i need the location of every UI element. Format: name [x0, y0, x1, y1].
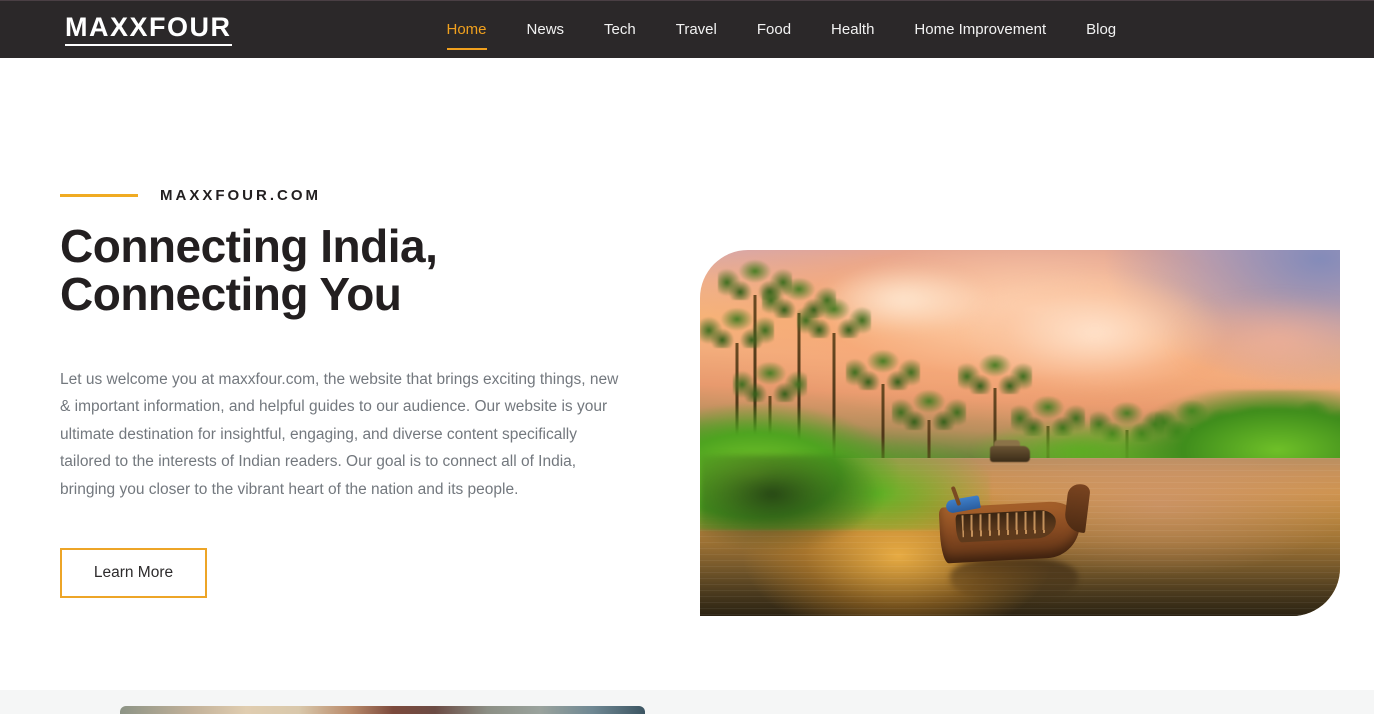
eyebrow-label: MAXXFOUR.COM — [160, 186, 321, 204]
hero-image-bank-left-shadow — [700, 455, 940, 585]
nav-item-news[interactable]: News — [507, 17, 585, 43]
hero-copy: MAXXFOUR.COM Connecting India, Connectin… — [0, 58, 700, 690]
site-logo[interactable]: MAXXFOUR — [65, 13, 232, 46]
page-title: Connecting India, Connecting You — [60, 222, 530, 319]
site-header: MAXXFOUR Home News Tech Travel Food Heal… — [0, 0, 1374, 58]
nav-item-blog[interactable]: Blog — [1066, 17, 1136, 43]
nav-item-home[interactable]: Home — [427, 17, 507, 50]
nav-item-home-improvement[interactable]: Home Improvement — [894, 17, 1066, 43]
hero-description: Let us welcome you at maxxfour.com, the … — [60, 370, 619, 498]
canoe-reflection — [950, 558, 1078, 602]
article-card-thumbnail[interactable] — [120, 706, 645, 714]
next-section-peek — [0, 690, 1374, 714]
hero-image — [700, 250, 1340, 616]
nav-item-food[interactable]: Food — [737, 17, 811, 43]
hero-section: MAXXFOUR.COM Connecting India, Connectin… — [0, 58, 1374, 690]
nav-item-tech[interactable]: Tech — [584, 17, 656, 43]
canoe-ribs — [961, 510, 1051, 538]
canoe-boat — [932, 478, 1092, 602]
hero-image-cloud-right — [1130, 280, 1340, 400]
eyebrow-rule-decoration — [60, 193, 138, 197]
nav-item-travel[interactable]: Travel — [656, 17, 737, 43]
hero-title-line-2: Connecting You — [60, 268, 402, 321]
houseboat-hull — [990, 446, 1030, 462]
hero-eyebrow: MAXXFOUR.COM — [60, 185, 700, 205]
nav-item-health[interactable]: Health — [811, 17, 894, 43]
main-navigation: Home News Tech Travel Food Health Home I… — [427, 17, 1137, 50]
learn-more-button[interactable]: Learn More — [60, 548, 207, 599]
hero-title-line-1: Connecting India, — [60, 220, 438, 272]
